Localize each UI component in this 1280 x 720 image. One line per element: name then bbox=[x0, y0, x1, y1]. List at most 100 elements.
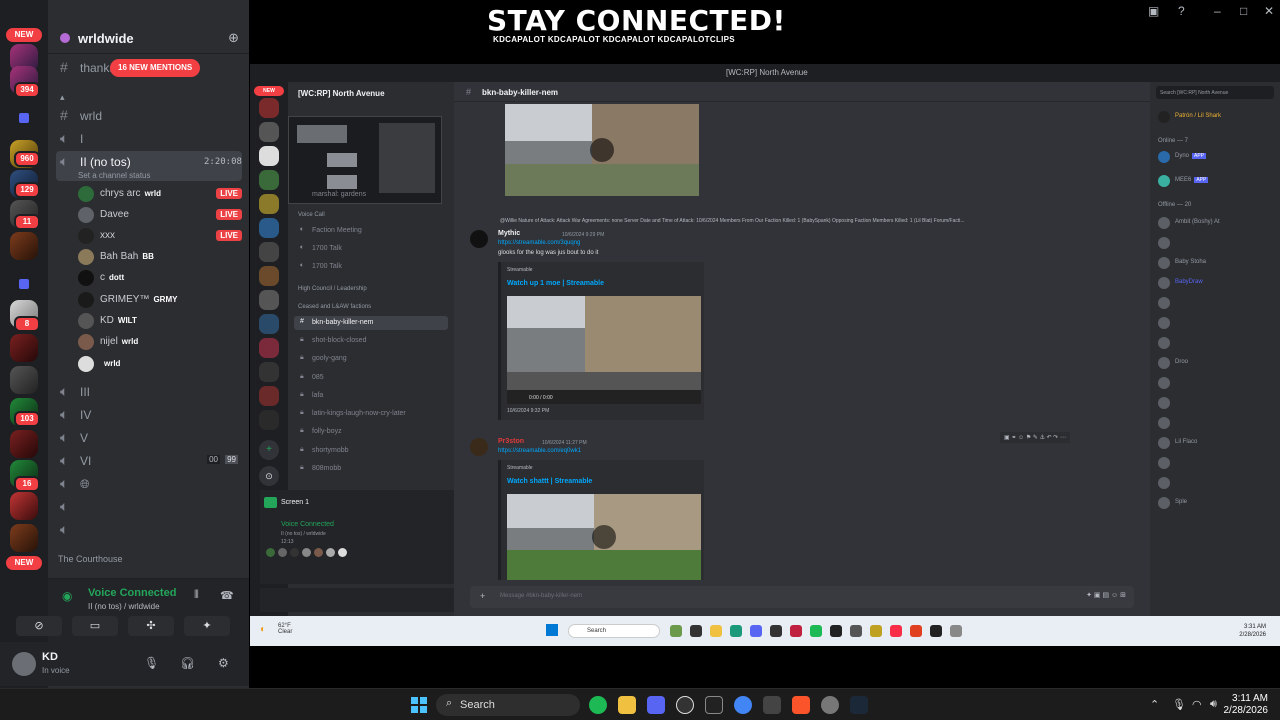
member-item[interactable] bbox=[1158, 376, 1276, 390]
voice-channel-v[interactable]: 🔈︎ V bbox=[56, 427, 242, 448]
voice-channel[interactable]: 🔈︎ bbox=[56, 496, 242, 517]
member-item[interactable]: Droo bbox=[1158, 356, 1276, 370]
noise-suppression-icon[interactable]: ⦀ bbox=[194, 589, 199, 602]
server-icon[interactable] bbox=[10, 366, 38, 394]
server-icon[interactable] bbox=[259, 242, 279, 262]
server-icon[interactable] bbox=[259, 98, 279, 118]
voice-user[interactable]: chrys arc wrld LIVE bbox=[78, 184, 242, 205]
voice-user[interactable]: Bah Bah BB bbox=[78, 247, 242, 268]
microphone-icon[interactable]: 🎙︎ bbox=[1172, 698, 1186, 711]
add-person-icon[interactable]: ⊕ bbox=[228, 30, 239, 46]
inner-server-name[interactable]: [WC:RP] North Avenue bbox=[298, 89, 385, 98]
folder-icon[interactable] bbox=[10, 270, 38, 298]
voice-channel-vi[interactable]: 🔈︎ VI 00 99 bbox=[56, 450, 242, 471]
avatar[interactable] bbox=[12, 652, 36, 676]
settings-icon[interactable] bbox=[821, 696, 839, 714]
inner-text-channel-active[interactable]: # bkn-baby-killer-nem bbox=[294, 316, 448, 330]
video-player[interactable] bbox=[507, 494, 701, 580]
steam-icon[interactable] bbox=[850, 696, 868, 714]
server-icon[interactable] bbox=[259, 122, 279, 142]
server-icon[interactable] bbox=[259, 362, 279, 382]
voice-user[interactable]: GRIMEY™ GRMY bbox=[78, 290, 242, 311]
voice-user[interactable]: nijel wrld bbox=[78, 332, 242, 353]
inner-text-channel[interactable]: 🔒︎ 085 bbox=[294, 371, 448, 385]
voice-user[interactable]: KD WILT bbox=[78, 311, 242, 332]
voice-channel-iv[interactable]: 🔈︎ IV bbox=[56, 404, 242, 425]
voice-channel-path[interactable]: II (no tos) / wrldwide bbox=[88, 602, 160, 611]
help-icon[interactable]: ? bbox=[1178, 4, 1185, 18]
taskbar-search[interactable]: ⌕ Search bbox=[436, 694, 580, 716]
inner-text-channel[interactable]: 🔒︎ shortymobb bbox=[294, 444, 448, 458]
folder-icon[interactable] bbox=[10, 104, 38, 132]
play-icon[interactable] bbox=[592, 525, 616, 549]
voice-channel-i[interactable]: 🔈︎ I bbox=[56, 128, 242, 149]
voice-user[interactable]: c dott bbox=[78, 268, 242, 289]
inner-text-channel[interactable]: 🔒︎ folly-boyz bbox=[294, 425, 448, 439]
message-input[interactable]: + Message #bkn-baby-killer-nem ✦ ▣ ▤ ☺ ⊞ bbox=[470, 586, 1134, 608]
steam-icon[interactable] bbox=[676, 696, 694, 714]
app-icon[interactable] bbox=[763, 696, 781, 714]
windows-start-icon[interactable] bbox=[411, 697, 427, 713]
new-pill[interactable]: NEW bbox=[6, 28, 42, 42]
discord-icon[interactable] bbox=[647, 696, 665, 714]
embed-title[interactable]: Watch shattt | Streamable bbox=[507, 478, 592, 485]
member-item[interactable] bbox=[1158, 416, 1276, 430]
microphone-icon[interactable]: 🎙︎ bbox=[144, 656, 159, 670]
minimize-icon[interactable]: – bbox=[1214, 4, 1221, 18]
server-icon[interactable] bbox=[10, 232, 38, 260]
inner-channel[interactable]: marshal: gardens bbox=[294, 188, 448, 202]
inner-category[interactable]: Voice Call bbox=[298, 212, 325, 218]
spotify-icon[interactable] bbox=[589, 696, 607, 714]
member-item[interactable] bbox=[1158, 336, 1276, 350]
new-pill[interactable]: NEW bbox=[254, 86, 284, 96]
server-icon[interactable] bbox=[10, 492, 38, 520]
inner-text-channel[interactable]: 🔒︎ shot-block-closed bbox=[294, 334, 448, 348]
message-author[interactable]: Mythic bbox=[498, 230, 520, 237]
disconnect-icon[interactable]: ☎ bbox=[220, 589, 234, 602]
epic-games-icon[interactable] bbox=[705, 696, 723, 714]
server-icon[interactable] bbox=[10, 334, 38, 362]
brave-icon[interactable] bbox=[792, 696, 810, 714]
voice-status[interactable]: Voice Connected bbox=[88, 587, 176, 599]
member-item[interactable]: BabyDraw bbox=[1158, 276, 1276, 290]
voice-channel-iii[interactable]: 🔈︎ III bbox=[56, 381, 242, 402]
category-courthouse[interactable]: The Courthouse bbox=[58, 554, 123, 564]
activities-button[interactable]: ✣ bbox=[128, 616, 174, 636]
inner-voice-channel[interactable]: 🔈︎ Faction Meeting bbox=[294, 224, 448, 238]
input-tools-icons[interactable]: ✦ ▣ ▤ ☺ ⊞ bbox=[1086, 591, 1126, 599]
server-icon[interactable] bbox=[259, 386, 279, 406]
server-icon[interactable] bbox=[259, 314, 279, 334]
inner-category[interactable]: Ceased and L&AW factions bbox=[298, 304, 371, 310]
server-icon[interactable] bbox=[10, 430, 38, 458]
avatar[interactable] bbox=[470, 438, 488, 456]
chrome-icon[interactable] bbox=[734, 696, 752, 714]
settings-gear-icon[interactable]: ⚙ bbox=[218, 656, 229, 670]
server-icon[interactable] bbox=[10, 524, 38, 552]
inner-search[interactable]: Search bbox=[568, 624, 660, 638]
explore-icon[interactable]: ⊙ bbox=[259, 466, 279, 486]
video-thumbnail[interactable] bbox=[505, 104, 699, 196]
volume-icon[interactable]: 🔊︎ bbox=[1210, 698, 1217, 711]
soundboard-button[interactable]: ✦ bbox=[184, 616, 230, 636]
inner-text-channel[interactable]: 🔒︎ latin-kings-laugh-now-cry-later bbox=[294, 407, 448, 421]
wifi-icon[interactable]: ◠ bbox=[1192, 698, 1202, 711]
headphones-icon[interactable]: 🎧︎ bbox=[180, 656, 195, 670]
channel-status-hint[interactable]: Set a channel status bbox=[78, 171, 151, 180]
windows-start-icon[interactable] bbox=[546, 624, 558, 636]
server-icon[interactable] bbox=[259, 410, 279, 430]
new-pill[interactable]: NEW bbox=[6, 556, 42, 570]
screen-share-button[interactable]: ▭ bbox=[72, 616, 118, 636]
voice-user[interactable]: wrld bbox=[78, 354, 242, 375]
file-explorer-icon[interactable] bbox=[618, 696, 636, 714]
member-item[interactable]: Lil Flaco bbox=[1158, 436, 1276, 450]
inner-voice-channel[interactable]: 🔈︎ 1700 Talk bbox=[294, 242, 448, 256]
add-server-icon[interactable]: + bbox=[259, 440, 279, 460]
collapse-chevron-icon[interactable]: ▴ bbox=[60, 92, 65, 103]
member-item[interactable]: Sple bbox=[1158, 496, 1276, 510]
member-item[interactable]: Ambit (Boshy) At bbox=[1158, 216, 1276, 230]
server-icon[interactable] bbox=[259, 170, 279, 190]
member-item[interactable] bbox=[1158, 236, 1276, 250]
voice-channel-globe[interactable]: 🔈︎ 🌐︎ bbox=[56, 473, 242, 494]
message-actions-toolbar[interactable]: ▣ ⚭ ☺ ⚑ ✎ ⚓ ↶ ↷ ⋯ bbox=[1000, 432, 1070, 443]
chevron-up-icon[interactable]: ⌃ bbox=[1150, 698, 1159, 711]
